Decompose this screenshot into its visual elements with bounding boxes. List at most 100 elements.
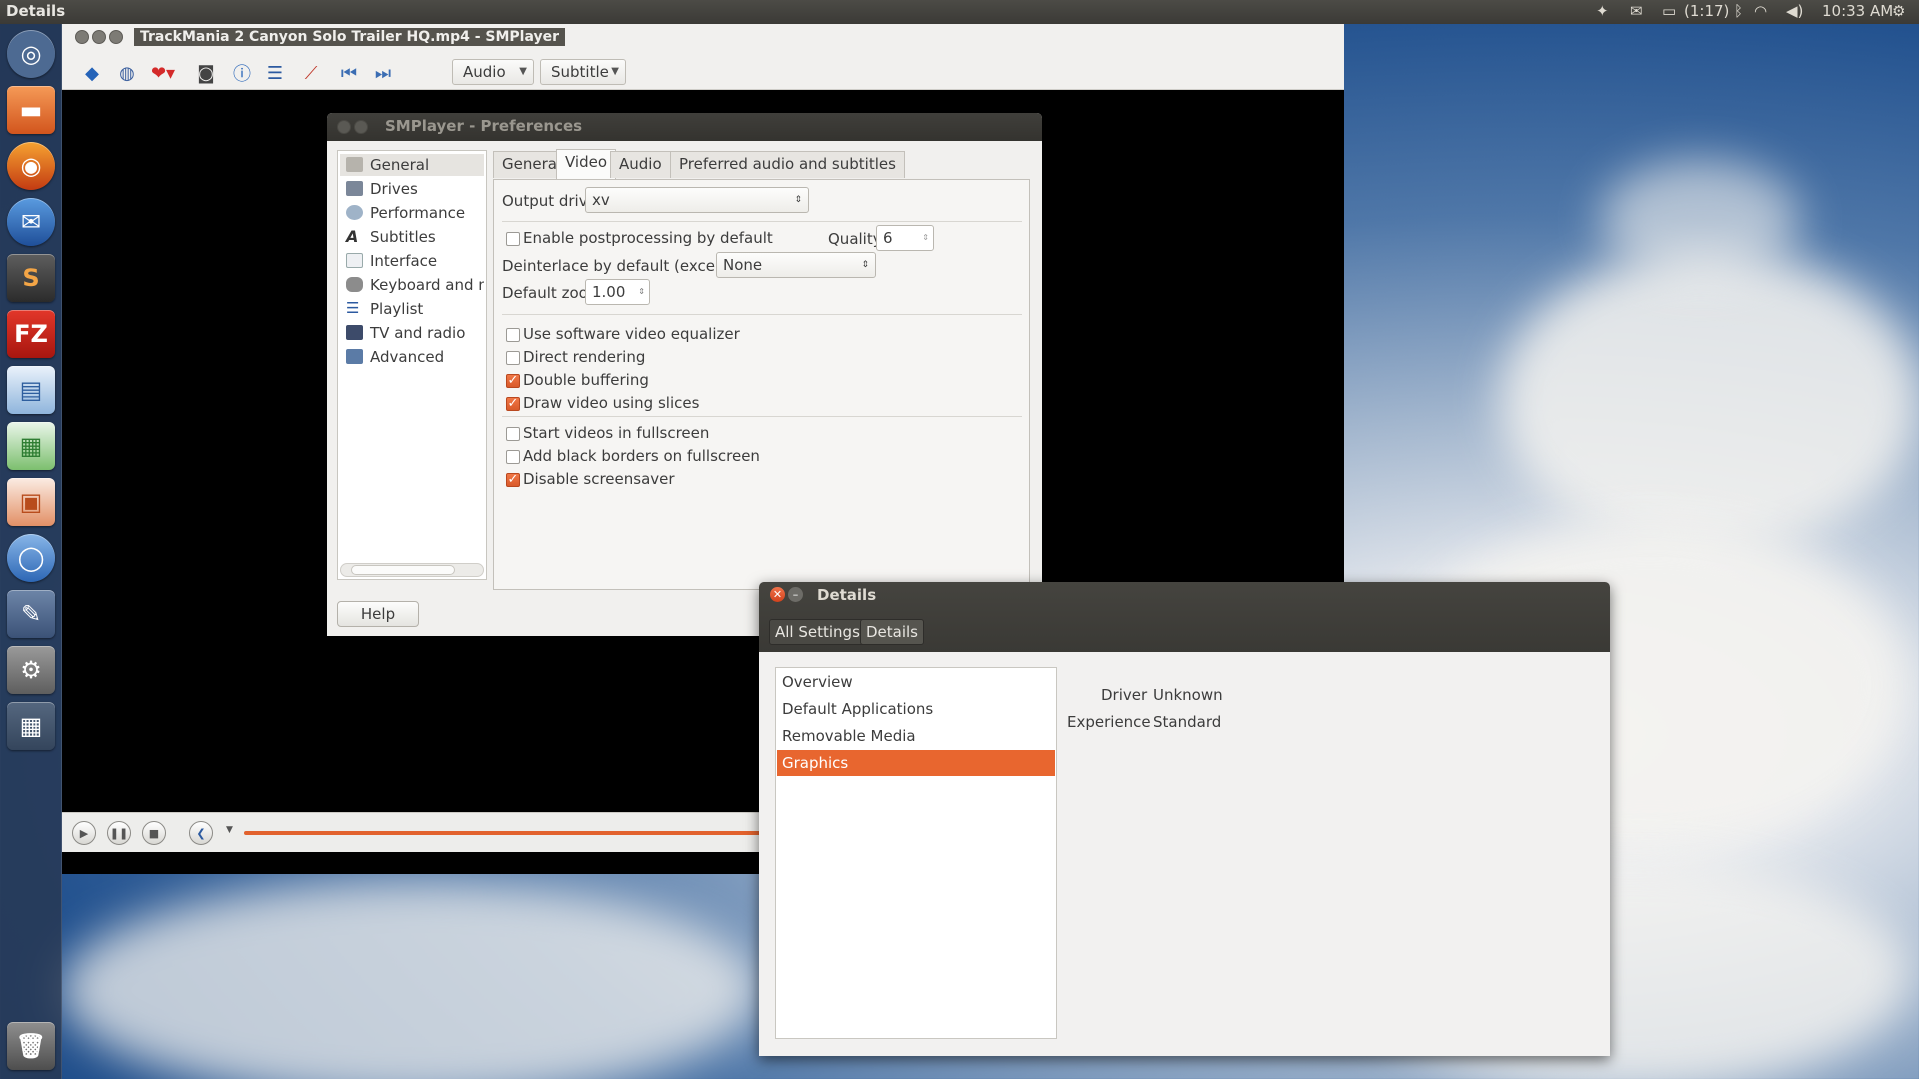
minimize-icon[interactable] (92, 30, 106, 44)
calc-icon[interactable]: ▦ (7, 422, 55, 470)
section-subtitles[interactable]: A Subtitles (340, 226, 484, 248)
seek-bar[interactable] (244, 831, 764, 835)
spinner-icon[interactable]: ⇕ (922, 226, 929, 250)
tab-label: Audio (619, 155, 662, 173)
details-titlebar: ✕ – Details All Settings Details (759, 582, 1610, 652)
chevron-down-icon[interactable]: ▼ (226, 825, 233, 835)
scrollbar-thumb[interactable] (351, 565, 455, 575)
filezilla-icon[interactable]: FZ (7, 310, 55, 358)
system-tools-icon[interactable]: ✎ (7, 590, 55, 638)
section-tv-radio[interactable]: TV and radio (340, 322, 484, 344)
deinterlace-value: None (723, 256, 763, 274)
deinterlace-select[interactable]: None ⇕ (716, 252, 876, 278)
open-url-icon[interactable]: ◍ (114, 60, 140, 86)
bluetooth-icon[interactable]: ᛒ (1734, 2, 1743, 20)
double-buffering-label: Double buffering (523, 371, 649, 389)
postprocessing-checkbox[interactable] (506, 232, 520, 246)
quality-value: 6 (883, 229, 893, 247)
previous-icon[interactable]: ⏮ (336, 60, 362, 86)
next-icon[interactable]: ⏭ (370, 60, 396, 86)
impress-icon[interactable]: ▣ (7, 478, 55, 526)
minimize-icon[interactable] (354, 120, 368, 134)
section-label: General (370, 156, 430, 174)
list-item-default-applications[interactable]: Default Applications (777, 696, 1055, 722)
list-item-overview[interactable]: Overview (777, 669, 1055, 695)
mail-icon[interactable]: ✉ (1630, 2, 1643, 20)
system-settings-icon[interactable]: ⚙ (7, 646, 55, 694)
output-driver-select[interactable]: xv ⇕ (585, 187, 809, 213)
writer-icon[interactable]: ▤ (7, 366, 55, 414)
gear-icon[interactable]: ⚙ (1892, 2, 1905, 20)
maximize-icon[interactable] (109, 30, 123, 44)
list-item-removable-media[interactable]: Removable Media (777, 723, 1055, 749)
tab-preferred-audio-subtitles[interactable]: Preferred audio and subtitles (670, 151, 905, 178)
preferences-icon[interactable]: ⟋ (298, 60, 324, 86)
wifi-icon[interactable]: ◠ (1754, 2, 1767, 20)
draw-slices-checkbox[interactable]: ✓ (506, 397, 520, 411)
drive-icon (346, 181, 363, 196)
section-playlist[interactable]: ☰ Playlist (340, 298, 484, 320)
disable-screensaver-checkbox[interactable]: ✓ (506, 473, 520, 487)
quality-spinbox[interactable]: 6 ⇕ (876, 225, 934, 251)
section-performance[interactable]: Performance (340, 202, 484, 224)
details-title: Details (817, 586, 877, 604)
experience-value: Standard (1153, 713, 1222, 731)
play-icon[interactable]: ▶ (72, 821, 96, 845)
playlist-icon: ☰ (346, 299, 360, 317)
pause-icon[interactable]: ❚❚ (107, 821, 131, 845)
volume-icon[interactable]: ◀) (1786, 2, 1803, 20)
list-item-graphics[interactable]: Graphics (777, 750, 1055, 776)
chromium-icon[interactable]: ◯ (7, 534, 55, 582)
spinner-icon[interactable]: ⇕ (638, 280, 645, 304)
section-keyboard[interactable]: Keyboard and mo (340, 274, 484, 296)
firefox-icon[interactable]: ◉ (7, 142, 55, 190)
dropbox-icon[interactable]: ✦ (1596, 2, 1609, 20)
minimize-icon[interactable]: – (788, 587, 803, 602)
black-borders-checkbox[interactable] (506, 450, 520, 464)
trash-icon[interactable]: 🗑 (7, 1022, 55, 1070)
help-button[interactable]: Help (337, 601, 419, 627)
direct-rendering-checkbox[interactable] (506, 351, 520, 365)
horizontal-scrollbar[interactable] (340, 563, 484, 577)
video-tab-page: Output driver: xv ⇕ Enable postprocessing… (493, 179, 1030, 590)
double-buffering-checkbox[interactable]: ✓ (506, 374, 520, 388)
start-fullscreen-checkbox[interactable] (506, 427, 520, 441)
screenshot-icon[interactable]: ◙ (193, 60, 219, 86)
thunderbird-icon[interactable]: ✉ (7, 198, 55, 246)
section-label: Playlist (370, 300, 424, 318)
section-drives[interactable]: Drives (340, 178, 484, 200)
favorites-icon[interactable]: ❤▾ (150, 60, 176, 86)
sublime-text-icon[interactable]: S (7, 254, 55, 302)
playlist-icon[interactable]: ☰ (262, 60, 288, 86)
info-icon[interactable]: ⓘ (229, 60, 255, 86)
battery-time[interactable]: (1:17) (1684, 2, 1729, 20)
dash-home-icon[interactable]: ◎ (7, 30, 55, 78)
preferences-section-list: General Drives Performance A Subtitles In… (337, 150, 487, 580)
tab-label: Preferred audio and subtitles (679, 155, 896, 173)
tab-video[interactable]: Video (556, 149, 617, 179)
close-icon[interactable] (75, 30, 89, 44)
default-zoom-spinbox[interactable]: 1.00 ⇕ (585, 279, 650, 305)
chevron-updown-icon: ⇕ (794, 195, 802, 205)
stop-icon[interactable]: ■ (142, 821, 166, 845)
section-advanced[interactable]: Advanced (340, 346, 484, 368)
workspace-switcher-icon[interactable]: ▦ (7, 702, 55, 750)
breadcrumb-all-settings[interactable]: All Settings (769, 619, 866, 645)
tab-label: General (502, 155, 562, 173)
subtitle-dropdown[interactable]: Subtitle ▼ (540, 59, 626, 85)
audio-dropdown[interactable]: Audio ▼ (452, 59, 534, 85)
open-file-icon[interactable]: ◆ (79, 60, 105, 86)
rewind-icon[interactable]: ❮ (189, 821, 213, 845)
clock[interactable]: 10:33 AM (1822, 2, 1893, 20)
section-general[interactable]: General (340, 154, 484, 176)
files-icon[interactable]: ▬ (7, 86, 55, 134)
section-interface[interactable]: Interface (340, 250, 484, 272)
close-icon[interactable] (337, 120, 351, 134)
close-icon[interactable]: ✕ (770, 587, 785, 602)
battery-icon[interactable]: ▭ (1662, 2, 1676, 20)
software-equalizer-checkbox[interactable] (506, 328, 520, 342)
tv-icon (346, 325, 363, 340)
separator (502, 314, 1022, 315)
breadcrumb-details[interactable]: Details (860, 619, 925, 645)
tab-audio[interactable]: Audio (610, 151, 671, 178)
